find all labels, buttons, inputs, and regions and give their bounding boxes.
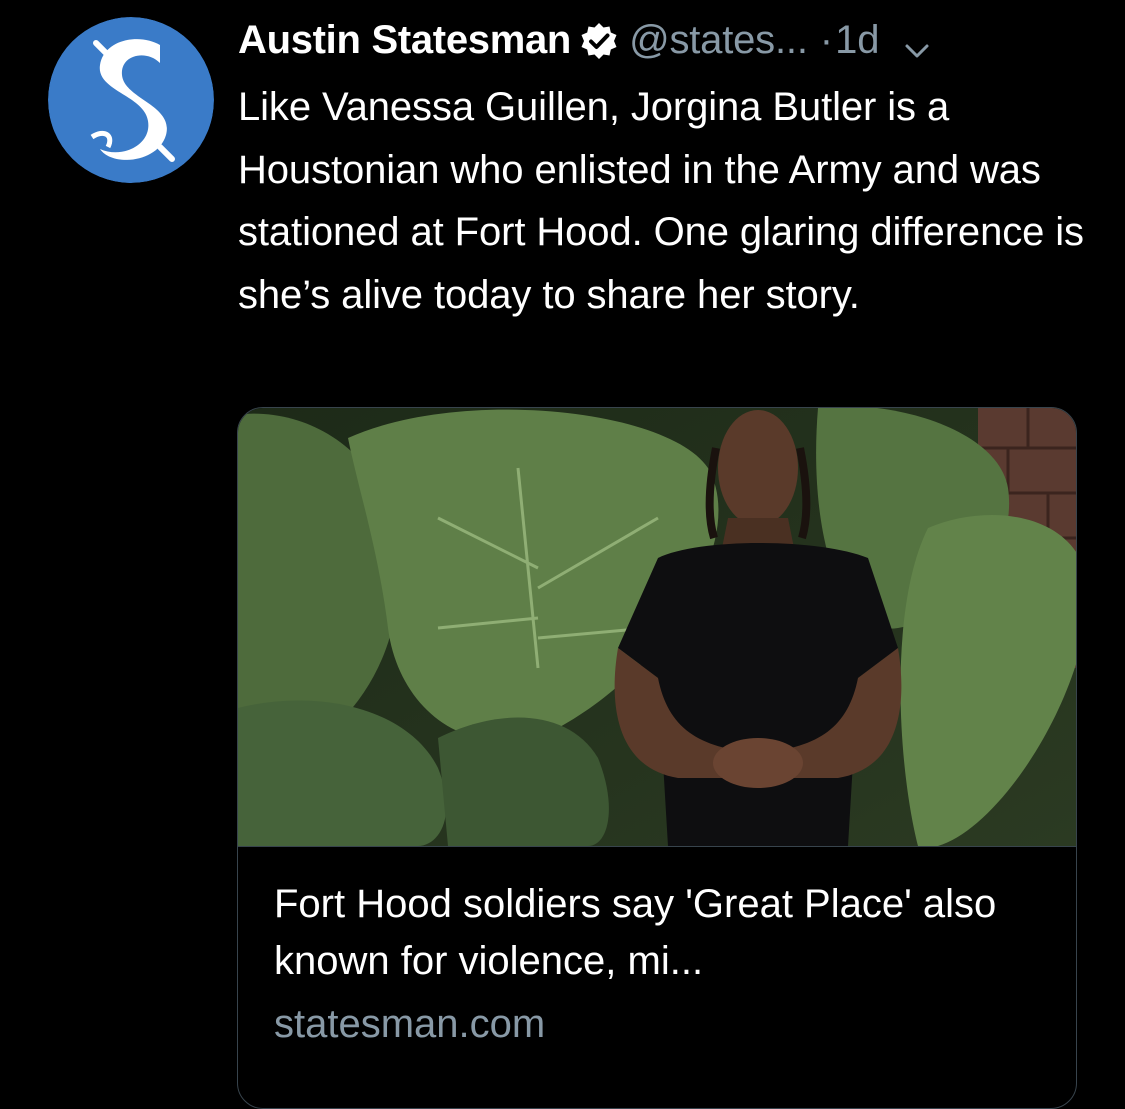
author-handle[interactable]: @states... [629,12,808,68]
card-domain: statesman.com [274,1002,546,1046]
statesman-s-logo-icon[interactable] [48,17,214,183]
tweet-text: Like Vanessa Guillen, Jorgina Butler is … [238,85,1084,317]
verified-badge-icon [579,20,619,60]
author-name[interactable]: Austin Statesman [238,12,571,68]
tweet[interactable]: Austin Statesman @states... · 1d Like Va… [0,0,1125,1109]
chevron-down-icon[interactable] [902,25,932,58]
tweet-header: Austin Statesman @states... · 1d [238,12,932,68]
tweet-timestamp[interactable]: 1d [835,12,880,68]
card-title[interactable]: Fort Hood soldiers say 'Great Place' als… [274,876,1064,990]
link-preview-card[interactable]: Fort Hood soldiers say 'Great Place' als… [237,407,1077,1109]
article-photo[interactable] [238,408,1076,847]
separator-dot: · [819,18,834,62]
